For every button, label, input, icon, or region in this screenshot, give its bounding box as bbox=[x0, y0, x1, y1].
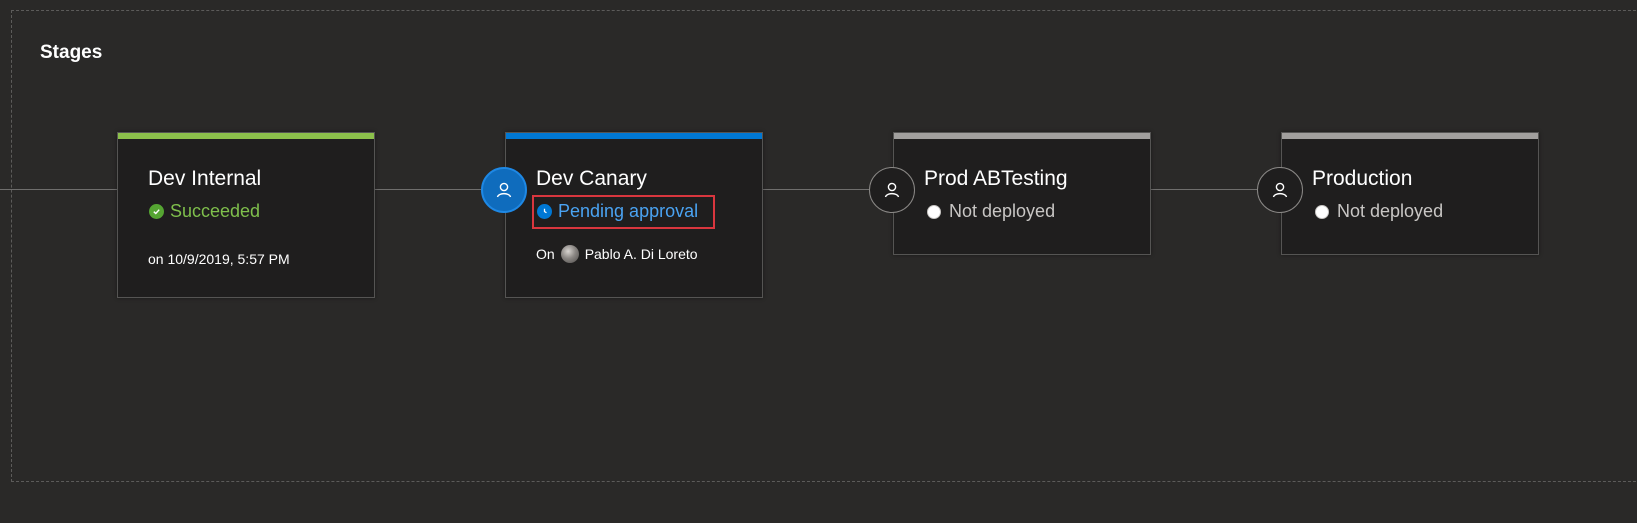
stage-name[interactable]: Dev Internal bbox=[148, 167, 261, 191]
pre-deployment-approval-button[interactable] bbox=[481, 167, 527, 213]
pre-deployment-approval-button[interactable] bbox=[869, 167, 915, 213]
stage-card-prod-abtesting[interactable]: Prod ABTesting Not deployed bbox=[893, 132, 1151, 255]
person-icon bbox=[1272, 182, 1288, 198]
empty-circle-icon bbox=[927, 204, 941, 219]
section-title: Stages bbox=[40, 42, 103, 63]
meta-prefix: On bbox=[536, 246, 555, 262]
stage-status-label: Succeeded bbox=[170, 201, 261, 221]
stage-status-bar bbox=[1282, 133, 1538, 139]
person-icon bbox=[496, 182, 512, 198]
pipeline-connector bbox=[375, 189, 481, 190]
empty-circle-icon bbox=[1315, 204, 1329, 219]
check-circle-icon bbox=[149, 204, 164, 219]
stage-name[interactable]: Dev Canary bbox=[536, 167, 647, 191]
stage-timestamp-text: on 10/9/2019, 5:57 PM bbox=[148, 251, 290, 267]
pipeline-connector bbox=[0, 189, 118, 190]
approver-name[interactable]: Pablo A. Di Loreto bbox=[585, 246, 698, 262]
stage-status-label: Not deployed bbox=[1337, 201, 1444, 221]
stage-status: Not deployed bbox=[927, 201, 1055, 222]
stage-status-bar bbox=[118, 133, 374, 139]
stage-name[interactable]: Prod ABTesting bbox=[924, 167, 1068, 191]
pipeline-connector bbox=[763, 189, 869, 190]
stage-status-bar bbox=[506, 133, 762, 139]
stage-card-dev-internal[interactable]: Dev Internal Succeeded on 10/9/2019, 5:5… bbox=[117, 132, 375, 298]
stage-name[interactable]: Production bbox=[1312, 167, 1412, 191]
stage-status-label: Not deployed bbox=[949, 201, 1056, 221]
avatar bbox=[560, 245, 579, 263]
highlight-box bbox=[532, 195, 715, 229]
stage-timestamp: on 10/9/2019, 5:57 PM bbox=[148, 251, 290, 267]
stage-approver-info: On Pablo A. Di Loreto bbox=[536, 245, 698, 263]
stage-card-production[interactable]: Production Not deployed bbox=[1281, 132, 1539, 255]
stage-status: Not deployed bbox=[1315, 201, 1443, 222]
person-icon bbox=[884, 182, 900, 198]
pipeline-connector bbox=[1151, 189, 1257, 190]
stage-status: Succeeded bbox=[149, 201, 260, 222]
stage-status-bar bbox=[894, 133, 1150, 139]
pre-deployment-approval-button[interactable] bbox=[1257, 167, 1303, 213]
